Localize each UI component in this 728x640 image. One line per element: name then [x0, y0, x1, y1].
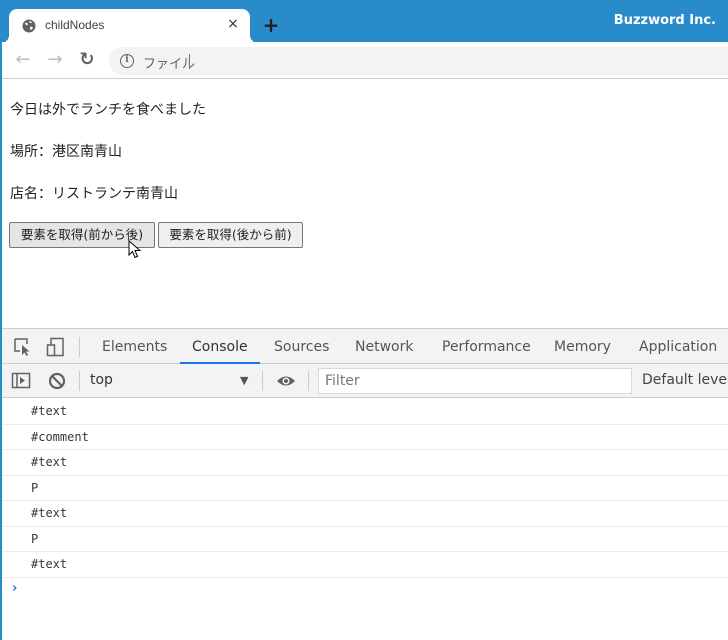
console-message: #text [2, 552, 728, 578]
paragraph: 場所：港区南青山 [10, 144, 122, 160]
console-message: #comment [2, 425, 728, 450]
tab-network[interactable]: Network [355, 329, 413, 363]
clear-console-icon[interactable] [47, 371, 67, 391]
paragraph: 今日は外でランチを食べました [10, 102, 206, 118]
console-message: #text [2, 399, 728, 425]
globe-icon [22, 19, 36, 33]
devtools-tab-bar: Elements Console Sources Network Perform… [2, 329, 728, 364]
console-prompt[interactable]: › [12, 581, 17, 596]
mouse-cursor-icon [128, 240, 142, 259]
toolbar-divider [308, 371, 309, 391]
get-elements-backward-button[interactable]: 要素を取得(後から前) [158, 222, 303, 248]
console-message: #text [2, 501, 728, 527]
tab-title: childNodes [45, 18, 105, 32]
address-separator [189, 54, 190, 69]
dropdown-arrow-icon[interactable]: ▼ [240, 374, 248, 387]
browser-toolbar: ← → ↻ i ファイル [0, 42, 728, 79]
inspect-element-icon[interactable] [13, 337, 33, 357]
console-message: P [2, 476, 728, 501]
toolbar-divider [262, 371, 263, 391]
window-left-border [0, 0, 2, 640]
info-icon[interactable]: i [120, 54, 134, 68]
toolbar-divider [79, 337, 80, 357]
tab-memory[interactable]: Memory [554, 329, 611, 363]
log-levels-dropdown[interactable]: Default levels [642, 372, 728, 388]
console-message: P [2, 527, 728, 552]
page-content: 今日は外でランチを食べました 場所：港区南青山 店名：リストランテ南青山 要素を… [2, 80, 728, 328]
devtools-panel: Elements Console Sources Network Perform… [2, 328, 728, 640]
tab-console[interactable]: Console [180, 329, 260, 364]
title-bar: childNodes × + Buzzword Inc. [0, 0, 728, 43]
tab-sources[interactable]: Sources [274, 329, 329, 363]
address-bar[interactable]: i ファイル [109, 47, 728, 75]
paragraph: 店名：リストランテ南青山 [10, 186, 178, 202]
browser-tab[interactable]: childNodes × [1, 9, 258, 43]
forward-arrow-icon[interactable]: → [45, 50, 65, 70]
console-output: #text #comment #text P #text P #text [2, 399, 728, 578]
console-toolbar: top ▼ Default levels [2, 364, 728, 398]
toolbar-divider [79, 371, 80, 391]
new-tab-button[interactable]: + [262, 15, 280, 35]
eye-icon[interactable] [276, 371, 296, 391]
reload-icon[interactable]: ↻ [77, 50, 97, 70]
back-arrow-icon[interactable]: ← [13, 50, 33, 70]
filter-input[interactable] [318, 368, 632, 394]
tab-performance[interactable]: Performance [442, 329, 531, 363]
brand-label: Buzzword Inc. [613, 13, 716, 28]
close-tab-icon[interactable]: × [226, 17, 240, 31]
console-message: #text [2, 450, 728, 476]
device-toolbar-icon[interactable] [46, 337, 66, 357]
show-sidebar-icon[interactable] [11, 371, 31, 391]
tab-application[interactable]: Application [639, 329, 717, 363]
tab-elements[interactable]: Elements [102, 329, 167, 363]
context-selector[interactable]: top [90, 372, 113, 388]
address-scheme-label: ファイル [143, 57, 196, 72]
